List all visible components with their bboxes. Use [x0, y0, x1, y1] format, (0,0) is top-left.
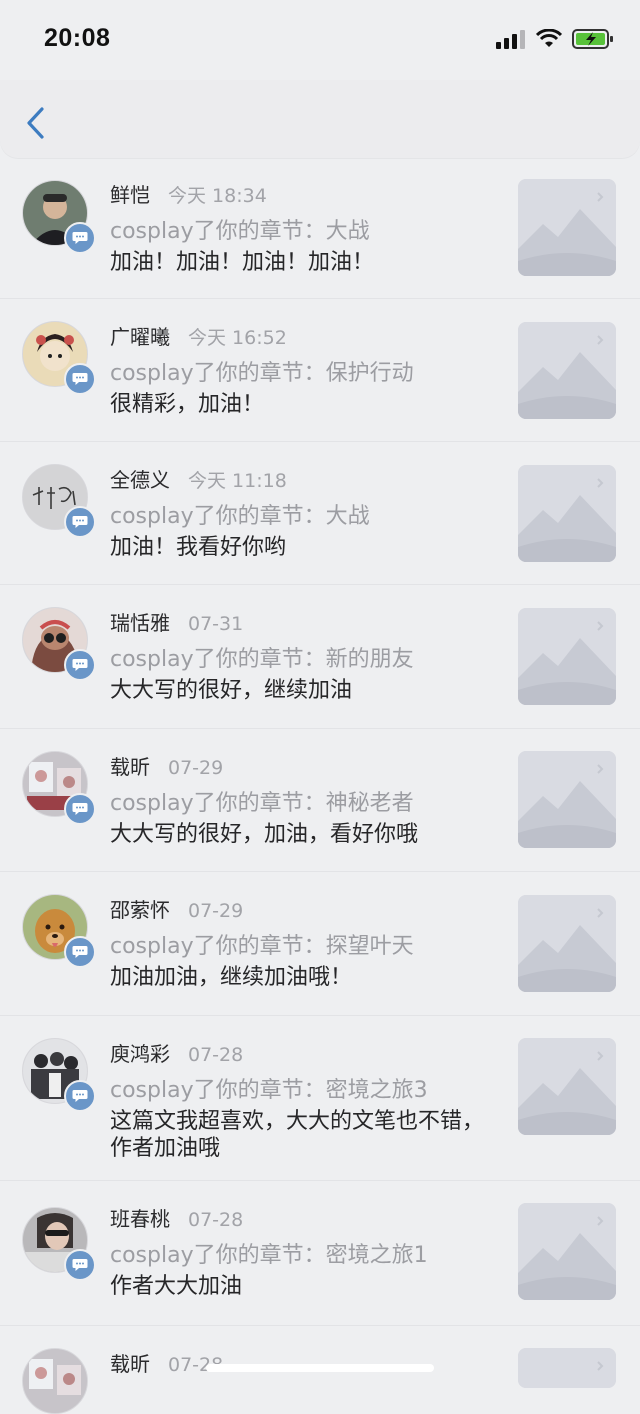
comment-badge-icon	[64, 506, 96, 538]
chapter-thumbnail-image-icon[interactable]	[518, 751, 616, 848]
chapter-thumbnail-image-icon[interactable]	[518, 1348, 616, 1388]
wifi-icon	[536, 29, 562, 47]
avatar[interactable]	[22, 321, 96, 395]
avatar[interactable]	[22, 751, 96, 825]
action-text: cosplay了你的章节：神秘老者	[110, 791, 414, 816]
chapter-thumbnail-image-icon[interactable]	[518, 608, 616, 705]
notification-item[interactable]: 班春桃 07-28 cosplay了你的章节：密境之旅1 作者大大加油	[0, 1181, 640, 1326]
comment-text: 加油！加油！加油！加油！	[110, 250, 375, 275]
chapter-thumbnail-image-icon[interactable]	[518, 1203, 616, 1300]
user-name[interactable]: 邵萦怀	[110, 894, 170, 923]
action-text: cosplay了你的章节：密境之旅3	[110, 1078, 428, 1103]
notification-time: 07-29	[168, 757, 224, 779]
status-bar: 20:08	[0, 0, 640, 80]
comment-badge-icon	[64, 936, 96, 968]
avatar[interactable]	[22, 607, 96, 681]
notification-time: 07-29	[188, 900, 244, 922]
user-name[interactable]: 全德义	[110, 464, 170, 493]
comment-badge-icon	[64, 1249, 96, 1281]
notification-item[interactable]: 邵萦怀 07-29 cosplay了你的章节：探望叶天 加油加油，继续加油哦！	[0, 872, 640, 1016]
notification-time: 今天 11:18	[188, 470, 287, 492]
notification-list: 鲜恺 今天 18:34 cosplay了你的章节：大战 加油！加油！加油！加油！…	[0, 162, 640, 1414]
chapter-thumbnail-image-icon[interactable]	[518, 895, 616, 992]
avatar[interactable]	[22, 1348, 88, 1414]
notification-time: 今天 18:34	[168, 185, 267, 207]
avatar[interactable]	[22, 894, 96, 968]
action-text: cosplay了你的章节：密境之旅1	[110, 1243, 428, 1268]
notification-item[interactable]: 庾鸿彩 07-28 cosplay了你的章节：密境之旅3 这篇文我超喜欢，大大的…	[0, 1016, 640, 1181]
comment-badge-icon	[64, 222, 96, 254]
chapter-thumbnail-image-icon[interactable]	[518, 1038, 616, 1135]
action-text: cosplay了你的章节：探望叶天	[110, 934, 414, 959]
notification-item[interactable]: 瑞恬雅 07-31 cosplay了你的章节：新的朋友 大大写的很好，继续加油	[0, 585, 640, 729]
notification-item[interactable]: 鲜恺 今天 18:34 cosplay了你的章节：大战 加油！加油！加油！加油！	[0, 162, 640, 299]
name-line: 载昕 07-29	[110, 751, 223, 780]
name-line: 鲜恺 今天 18:34	[110, 179, 267, 208]
action-text: cosplay了你的章节：保护行动	[110, 361, 414, 386]
name-line: 广曜曦 今天 16:52	[110, 321, 287, 350]
avatar[interactable]	[22, 464, 96, 538]
avatar[interactable]	[22, 180, 96, 254]
chapter-thumbnail-image-icon[interactable]	[518, 465, 616, 562]
comment-text: 大大写的很好，继续加油	[110, 678, 353, 703]
name-line: 瑞恬雅 07-31	[110, 607, 243, 636]
status-icons	[496, 28, 614, 50]
user-name[interactable]: 载昕	[110, 751, 150, 780]
name-line: 载昕 07-28	[110, 1348, 223, 1377]
name-line: 庾鸿彩 07-28	[110, 1038, 243, 1067]
chapter-thumbnail-image-icon[interactable]	[518, 322, 616, 419]
home-indicator[interactable]	[206, 1364, 434, 1372]
name-line: 邵萦怀 07-29	[110, 894, 243, 923]
status-time: 20:08	[44, 24, 111, 52]
name-line: 全德义 今天 11:18	[110, 464, 287, 493]
user-name[interactable]: 庾鸿彩	[110, 1038, 170, 1067]
signal-icon	[496, 30, 525, 49]
notification-time: 07-28	[188, 1209, 244, 1231]
user-name[interactable]: 班春桃	[110, 1203, 170, 1232]
notification-time: 今天 16:52	[188, 327, 287, 349]
comment-text: 加油！我看好你哟	[110, 535, 287, 560]
user-name[interactable]: 广曜曦	[110, 321, 170, 350]
comment-text: 这篇文我超喜欢，大大的文笔也不错，作者加油哦	[110, 1109, 485, 1161]
name-line: 班春桃 07-28	[110, 1203, 243, 1232]
chapter-thumbnail-image-icon[interactable]	[518, 179, 616, 276]
comment-badge-icon	[64, 649, 96, 681]
notification-item[interactable]: 载昕 07-29 cosplay了你的章节：神秘老者 大大写的很好，加油，看好你…	[0, 729, 640, 872]
action-text: cosplay了你的章节：大战	[110, 504, 370, 529]
action-text: cosplay了你的章节：大战	[110, 219, 370, 244]
avatar[interactable]	[22, 1207, 96, 1281]
action-text: cosplay了你的章节：新的朋友	[110, 647, 414, 672]
notification-time: 07-31	[188, 613, 244, 635]
notification-item[interactable]: 广曜曦 今天 16:52 cosplay了你的章节：保护行动 很精彩，加油！	[0, 299, 640, 442]
comment-badge-icon	[64, 1080, 96, 1112]
chevron-left-icon[interactable]	[22, 106, 50, 140]
comment-text: 很精彩，加油！	[110, 392, 265, 417]
avatar[interactable]	[22, 1038, 96, 1112]
comment-text: 大大写的很好，加油，看好你哦	[110, 822, 419, 847]
user-name[interactable]: 鲜恺	[110, 179, 150, 208]
comment-badge-icon	[64, 363, 96, 395]
battery-charging-icon	[572, 29, 613, 49]
comment-text: 作者大大加油	[110, 1274, 243, 1299]
notification-item[interactable]: 全德义 今天 11:18 cosplay了你的章节：大战 加油！我看好你哟	[0, 442, 640, 585]
notification-time: 07-28	[188, 1044, 244, 1066]
comment-badge-icon	[64, 793, 96, 825]
user-name[interactable]: 载昕	[110, 1348, 150, 1377]
user-name[interactable]: 瑞恬雅	[110, 607, 170, 636]
comment-text: 加油加油，继续加油哦！	[110, 965, 353, 990]
nav-bar	[0, 80, 640, 158]
